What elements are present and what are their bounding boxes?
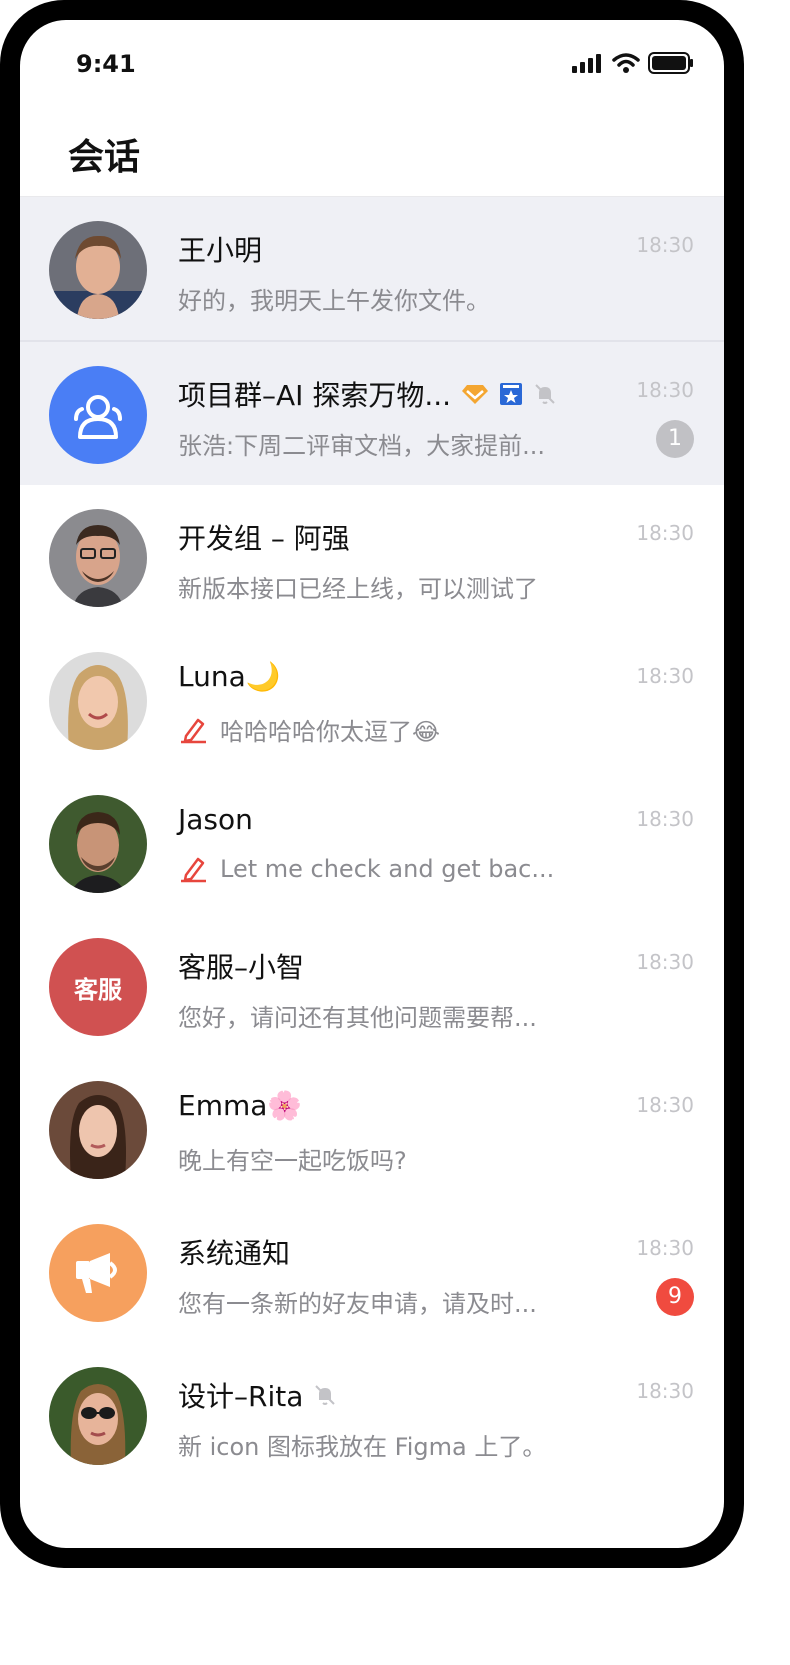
person-photo-avatar: [49, 1081, 147, 1179]
avatar: 客服: [49, 938, 147, 1036]
avatar: [49, 1367, 147, 1465]
avatar: [49, 221, 147, 319]
star-bookmark-icon: [500, 383, 523, 405]
conversation-name: 客服–小智: [178, 951, 305, 984]
conversation-preview: 您有一条新的好友申请，请及时...: [178, 1290, 537, 1318]
conversation-time: 18:30: [636, 521, 694, 545]
conversation-name: 系统通知: [178, 1237, 291, 1270]
unread-badge: 9: [656, 1278, 694, 1316]
conversation-item[interactable]: Emma🌸 晚上有空一起吃饭吗? 18:30: [20, 1057, 724, 1200]
conversation-item[interactable]: 项目群–AI 探索万物... 张浩:下周二评审文档，大家提前... 18:30 …: [20, 340, 724, 485]
conversation-time: 18:30: [636, 1093, 694, 1117]
phone-frame: 9:41 会话 王小明 好的，我明天上午发你文件。 18:30 项目群–AI 探…: [0, 0, 744, 1568]
avatar: [49, 366, 147, 464]
unread-badge: 1: [656, 420, 694, 458]
conversation-name: Emma🌸: [178, 1089, 303, 1122]
person-photo-avatar: [49, 1367, 147, 1465]
conversation-time: 18:30: [636, 378, 694, 402]
status-time: 9:41: [76, 50, 136, 78]
mute-bell-icon: [535, 384, 555, 404]
person-photo-avatar: [49, 795, 147, 893]
page-title: 会话: [68, 137, 141, 178]
conversation-item[interactable]: 系统通知 您有一条新的好友申请，请及时... 18:30 9: [20, 1200, 724, 1343]
conversation-preview: 您好，请问还有其他问题需要帮...: [178, 1004, 537, 1032]
avatar: [49, 1224, 147, 1322]
conversation-time: 18:30: [636, 233, 694, 257]
screen: 9:41 会话 王小明 好的，我明天上午发你文件。 18:30 项目群–AI 探…: [20, 20, 724, 1548]
conversation-item[interactable]: 王小明 好的，我明天上午发你文件。 18:30: [20, 197, 724, 340]
conversation-name: Jason: [178, 803, 253, 836]
conversation-preview: 张浩:下周二评审文档，大家提前...: [178, 432, 545, 460]
conversation-time: 18:30: [636, 664, 694, 688]
wifi-icon: [612, 53, 640, 73]
conversation-preview: 晚上有空一起吃饭吗?: [178, 1147, 407, 1175]
conversation-name: 项目群–AI 探索万物...: [178, 374, 557, 414]
conversation-preview: 新版本接口已经上线，可以测试了: [178, 575, 538, 603]
conversation-item[interactable]: 设计–Rita 新 icon 图标我放在 Figma 上了。 18:30: [20, 1343, 724, 1486]
group-icon: [74, 395, 122, 439]
conversation-item[interactable]: 开发组 – 阿强 新版本接口已经上线，可以测试了 18:30: [20, 485, 724, 628]
conversation-time: 18:30: [636, 1379, 694, 1403]
avatar-label: 客服: [74, 975, 122, 1004]
mute-bell-icon: [315, 1385, 336, 1405]
conversation-preview: 哈哈哈哈你太逗了😂: [178, 712, 440, 747]
status-bar: 9:41: [20, 20, 724, 110]
conversation-name: 开发组 – 阿强: [178, 522, 350, 555]
megaphone-icon: [76, 1253, 117, 1293]
conversation-item[interactable]: 客服 客服–小智 您好，请问还有其他问题需要帮... 18:30: [20, 914, 724, 1057]
status-icons: [572, 52, 694, 74]
conversation-preview: 新 icon 图标我放在 Figma 上了。: [178, 1433, 547, 1461]
conversation-list: 王小明 好的，我明天上午发你文件。 18:30 项目群–AI 探索万物... 张…: [20, 197, 724, 1486]
avatar: [49, 1081, 147, 1179]
person-photo-avatar: [49, 221, 147, 319]
cellular-signal-icon: [572, 54, 601, 73]
conversation-preview: Let me check and get bac...: [178, 855, 554, 883]
avatar: [49, 795, 147, 893]
header: 会话: [20, 110, 724, 197]
person-photo-avatar: [49, 652, 147, 750]
person-photo-avatar: [49, 509, 147, 607]
conversation-item[interactable]: Jason Let me check and get bac... 18:30: [20, 771, 724, 914]
conversation-item[interactable]: Luna🌙 哈哈哈哈你太逗了😂 18:30: [20, 628, 724, 771]
conversation-time: 18:30: [636, 807, 694, 831]
draft-pencil-icon: [181, 857, 206, 883]
diamond-icon: [462, 385, 489, 404]
avatar: [49, 509, 147, 607]
battery-icon: [648, 52, 693, 74]
conversation-preview: 好的，我明天上午发你文件。: [178, 287, 490, 315]
conversation-name: Luna🌙: [178, 660, 281, 693]
conversation-name: 王小明: [178, 234, 263, 267]
draft-pencil-icon: [181, 718, 206, 743]
conversation-name: 设计–Rita: [178, 1375, 337, 1415]
conversation-time: 18:30: [636, 1236, 694, 1260]
avatar: [49, 652, 147, 750]
conversation-time: 18:30: [636, 950, 694, 974]
